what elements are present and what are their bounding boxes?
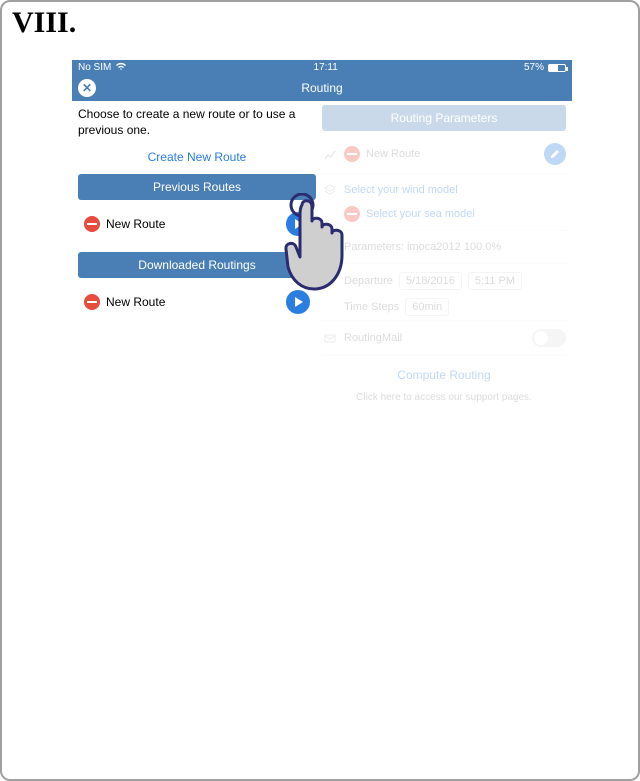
downloaded-routings-header: Downloaded Routings [78,252,316,278]
routingmail-row: RoutingMail [322,325,566,351]
timesteps-row: Time Steps 60min [322,298,566,316]
battery-pct: 57% [524,62,544,73]
newroute-row: New Route [322,139,566,169]
right-pane: Routing Parameters New Route Select your… [322,101,572,405]
play-button[interactable] [286,212,310,236]
route-icon [322,146,338,162]
departure-label: Departure [344,275,393,287]
departure-date-field[interactable]: 5/18/2016 [399,272,462,290]
sea-model-row[interactable]: Select your sea model [322,202,566,226]
departure-time-field[interactable]: 5:11 PM [468,272,522,290]
play-button[interactable] [286,290,310,314]
no-entry-icon [84,294,100,310]
nav-bar: ✕ Routing [72,75,572,101]
status-bar: No SIM 17:11 57% [72,60,572,75]
prompt-text: Choose to create a new route or to use a… [78,105,316,144]
no-entry-icon [84,216,100,232]
wind-model-placeholder: Select your wind model [344,184,458,196]
route-name-label: New Route [106,295,165,309]
clock-label: 17:11 [314,62,338,73]
no-entry-icon [344,146,360,162]
layers-icon [322,182,338,198]
timesteps-label: Time Steps [344,301,399,313]
close-button[interactable]: ✕ [78,79,96,97]
mail-icon [322,330,338,346]
route-name-label: New Route [106,217,165,231]
no-entry-icon [344,206,360,222]
create-new-route-link[interactable]: Create New Route [78,144,316,174]
app-screenshot: No SIM 17:11 57% ✕ Routing Choose to cre… [72,60,572,405]
downloaded-route-row[interactable]: New Route [78,284,316,320]
figure-label: VIII. [12,6,76,40]
previous-routes-header: Previous Routes [78,174,316,200]
battery-icon [548,64,566,72]
stopwatch-icon [322,273,338,289]
wifi-icon [115,62,127,74]
carrier-label: No SIM [78,62,111,73]
left-pane: Choose to create a new route or to use a… [72,101,322,405]
departure-row: Departure 5/18/2016 5:11 PM [322,268,566,294]
routing-parameters-header: Routing Parameters [322,105,566,131]
support-link[interactable]: Click here to access our support pages. [322,390,566,405]
routingmail-label: RoutingMail [344,332,402,344]
compute-routing-link[interactable]: Compute Routing [322,360,566,390]
gear-icon [322,239,338,255]
parameters-label: Parameters: imoca2012 100.0% [344,241,501,253]
sea-model-placeholder: Select your sea model [366,208,475,220]
edit-button[interactable] [544,143,566,165]
timesteps-field[interactable]: 60min [405,298,449,316]
nav-title: Routing [301,81,342,95]
parameters-row[interactable]: Parameters: imoca2012 100.0% [322,235,566,259]
newroute-label: New Route [366,148,420,160]
routingmail-toggle[interactable] [532,329,566,347]
wind-model-row[interactable]: Select your wind model [322,178,566,202]
previous-route-row[interactable]: New Route [78,206,316,242]
